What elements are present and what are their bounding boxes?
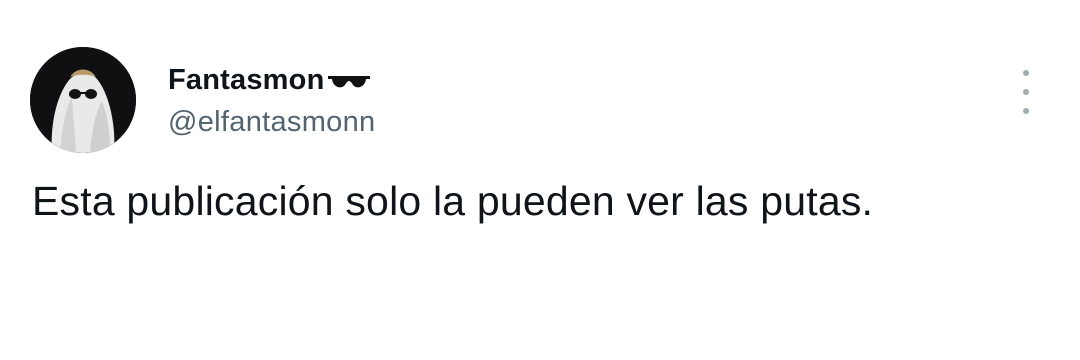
sunglasses-emoji-icon xyxy=(327,72,371,92)
user-handle[interactable]: @elfantasmonn xyxy=(168,106,375,139)
tweet-card[interactable]: Fantasmon @elfantasmonn Esta publicación… xyxy=(0,0,1080,360)
vertical-ellipsis-icon xyxy=(1023,70,1029,76)
tweet-text: Esta publicación solo la pueden ver las … xyxy=(32,178,874,224)
user-info: Fantasmon @elfantasmonn xyxy=(168,60,375,139)
ellipsis-dot xyxy=(1023,108,1029,114)
ellipsis-dot xyxy=(1023,89,1029,95)
avatar[interactable] xyxy=(30,47,136,153)
ghost-avatar-icon xyxy=(30,47,136,153)
display-name-row[interactable]: Fantasmon xyxy=(168,60,375,100)
more-options-button[interactable] xyxy=(1014,70,1038,114)
display-name[interactable]: Fantasmon xyxy=(168,64,325,97)
